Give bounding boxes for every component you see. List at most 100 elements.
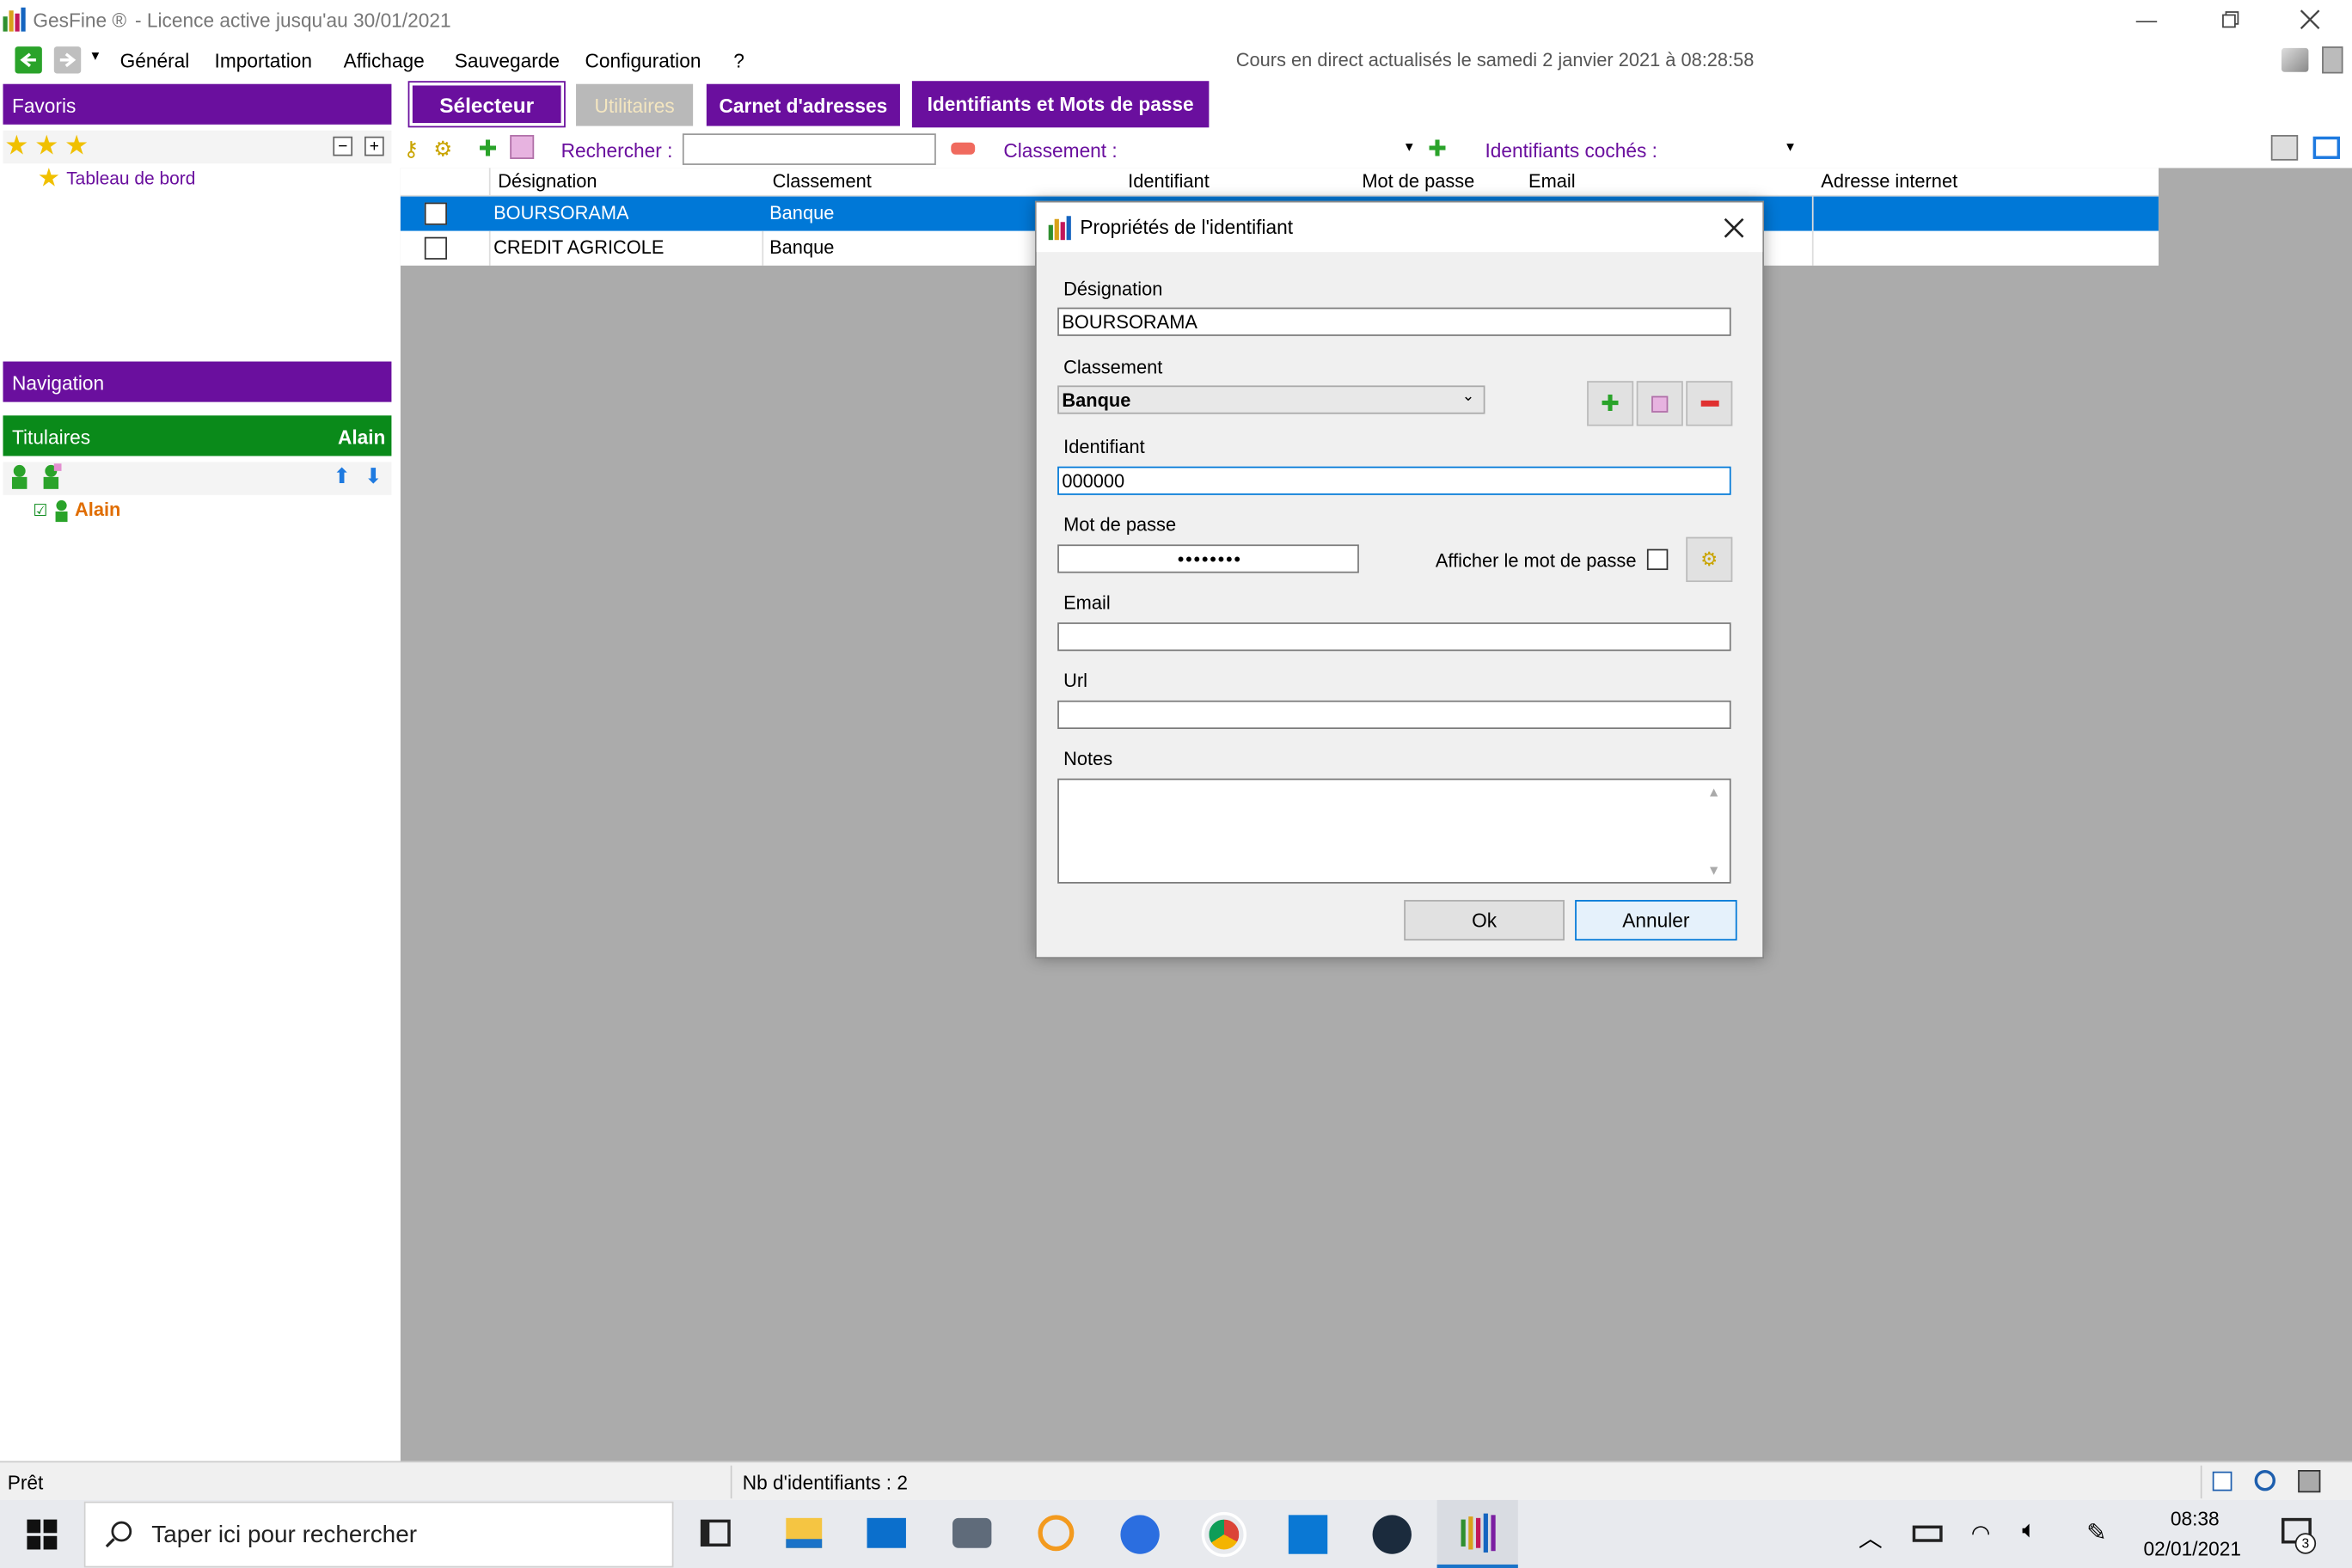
star-icon: ★ [37, 163, 61, 193]
dialog-close-icon[interactable] [1718, 211, 1750, 244]
columns-icon[interactable] [2312, 136, 2341, 159]
row-checkbox[interactable] [424, 202, 447, 225]
list-view-icon[interactable] [2212, 1471, 2233, 1491]
restore-icon[interactable] [2211, 0, 2250, 39]
orange-app-icon[interactable] [1038, 1515, 1075, 1552]
tab-utilitaires[interactable]: Utilitaires [576, 83, 694, 126]
scroll-up-icon[interactable]: ▲ [1707, 785, 1721, 799]
clock-icon[interactable] [2254, 1470, 2276, 1491]
wifi-icon[interactable]: ◠ [1971, 1520, 1991, 1547]
titulaire-item-alain[interactable]: ☑ Alain [33, 498, 120, 522]
nav-dropdown-icon[interactable]: ▾ [91, 48, 99, 64]
person-edit-icon[interactable] [40, 463, 62, 490]
menu-configuration[interactable]: Configuration [585, 50, 701, 72]
taskbar-time[interactable]: 08:38 [2171, 1508, 2220, 1530]
arrow-up-icon[interactable]: ⬆ [333, 463, 350, 489]
scroll-down-icon[interactable]: ▼ [1707, 862, 1721, 877]
key-settings-icon[interactable]: ⚙ [433, 137, 452, 162]
app-logo-icon [3, 7, 27, 32]
menu-importation[interactable]: Importation [215, 50, 313, 72]
battery-icon[interactable] [1912, 1525, 1943, 1542]
status-count: Nb d'identifiants : 2 [742, 1471, 908, 1494]
star-add-icon[interactable]: ★ [4, 131, 28, 162]
favoris-item-tableau[interactable]: ★ Tableau de bord [37, 163, 196, 193]
col-header-email[interactable]: Email [1528, 171, 1784, 192]
add-classement-button[interactable]: ✚ [1587, 381, 1634, 426]
star-remove-icon[interactable]: ★ [34, 131, 58, 162]
back-arrow-icon[interactable] [15, 46, 42, 74]
key-filter-icon[interactable]: ⚷ [403, 137, 419, 162]
checked-filter-select[interactable]: ▾ [1674, 133, 1794, 165]
minus-icon [1700, 400, 1718, 407]
edit-classement-button[interactable] [1636, 381, 1683, 426]
favoris-header[interactable]: Favoris [3, 83, 392, 125]
email-field[interactable] [1057, 622, 1731, 652]
minimize-icon[interactable]: — [2127, 0, 2165, 39]
person-add-icon[interactable] [9, 463, 29, 490]
media-app-icon[interactable] [1372, 1515, 1412, 1554]
collapse-icon[interactable]: − [333, 136, 353, 156]
status-bar: Prêt Nb d'identifiants : 2 [0, 1461, 2352, 1500]
pen-icon[interactable]: ✎ [2086, 1518, 2106, 1548]
designation-field[interactable]: BOURSORAMA [1057, 307, 1731, 336]
arrow-down-icon[interactable]: ⬇ [364, 463, 382, 489]
file-explorer-icon[interactable] [786, 1517, 823, 1548]
show-password-checkbox[interactable] [1646, 548, 1669, 571]
tab-selecteur[interactable]: Sélecteur [407, 81, 566, 128]
show-password-label: Afficher le mot de passe [1435, 550, 1637, 572]
volume-icon[interactable]: 🔈︎ [2022, 1518, 2037, 1545]
key-edit-icon[interactable] [510, 135, 535, 159]
tab-carnet[interactable]: Carnet d'adresses [706, 83, 900, 126]
classement-filter-select[interactable]: ▾ [1128, 133, 1413, 165]
chevron-up-icon[interactable]: ︿ [1859, 1518, 1883, 1554]
menu-general[interactable]: Général [120, 50, 190, 72]
menu-affichage[interactable]: Affichage [344, 50, 425, 72]
generate-password-button[interactable]: ⚙ [1686, 536, 1733, 583]
eraser-icon[interactable] [951, 142, 976, 155]
url-field[interactable] [1057, 700, 1731, 730]
row-checkbox[interactable] [424, 236, 447, 260]
col-header-adresse[interactable]: Adresse internet [1821, 171, 2121, 192]
key-add-icon[interactable]: ✚ [479, 135, 498, 162]
tab-identifiants[interactable]: Identifiants et Mots de passe [911, 81, 1210, 128]
remote-app-icon[interactable] [1288, 1515, 1328, 1554]
checked-box-icon[interactable]: ☑ [33, 500, 47, 520]
titulaires-header[interactable]: Titulaires Alain [3, 415, 392, 456]
taskbar-search-box[interactable]: Taper ici pour rechercher [83, 1501, 674, 1568]
menu-help[interactable]: ? [733, 50, 744, 72]
ok-button[interactable]: Ok [1404, 899, 1565, 941]
task-view-icon[interactable] [700, 1519, 731, 1547]
tab-carnet-label: Carnet d'adresses [719, 94, 888, 117]
col-header-identifiant[interactable]: Identifiant [1128, 171, 1308, 192]
expand-icon[interactable]: + [364, 136, 384, 156]
star-edit-icon[interactable]: ★ [64, 131, 89, 162]
cloud-app-icon[interactable] [1120, 1515, 1160, 1554]
mail-icon[interactable] [867, 1517, 906, 1548]
search-input[interactable] [682, 133, 936, 165]
navigation-header[interactable]: Navigation [3, 361, 392, 402]
forward-arrow-icon[interactable] [53, 46, 82, 74]
notes-field[interactable]: ▲ ▼ [1057, 778, 1731, 884]
windows-start-icon[interactable] [27, 1519, 58, 1550]
gesfine-taskbar-icon[interactable] [1436, 1499, 1518, 1568]
menu-sauvegarde[interactable]: Sauvegarde [455, 50, 560, 72]
camera-icon[interactable] [952, 1517, 992, 1548]
calculator-icon[interactable] [2322, 46, 2343, 74]
identifiant-field[interactable]: 000000 [1057, 466, 1731, 495]
edit-icon[interactable] [2281, 47, 2309, 72]
delete-classement-button[interactable] [1686, 381, 1733, 426]
col-header-designation[interactable]: Désignation [498, 171, 760, 192]
app-name: GesFine ® [33, 9, 127, 32]
taskbar-date[interactable]: 02/01/2021 [2143, 1538, 2241, 1560]
classement-select[interactable]: Banque ⌄ [1057, 385, 1485, 414]
stop-icon[interactable] [2298, 1470, 2321, 1493]
add-category-icon[interactable]: ✚ [1428, 135, 1447, 162]
chrome-icon[interactable] [1201, 1511, 1247, 1558]
password-field[interactable]: •••••••• [1057, 544, 1359, 573]
col-header-classement[interactable]: Classement [773, 171, 1043, 192]
print-icon[interactable] [2270, 135, 2299, 161]
cancel-button[interactable]: Annuler [1575, 899, 1737, 941]
col-header-motdepasse[interactable]: Mot de passe [1362, 171, 1511, 192]
close-icon[interactable] [2290, 0, 2329, 39]
classement-select-value: Banque [1062, 389, 1131, 411]
